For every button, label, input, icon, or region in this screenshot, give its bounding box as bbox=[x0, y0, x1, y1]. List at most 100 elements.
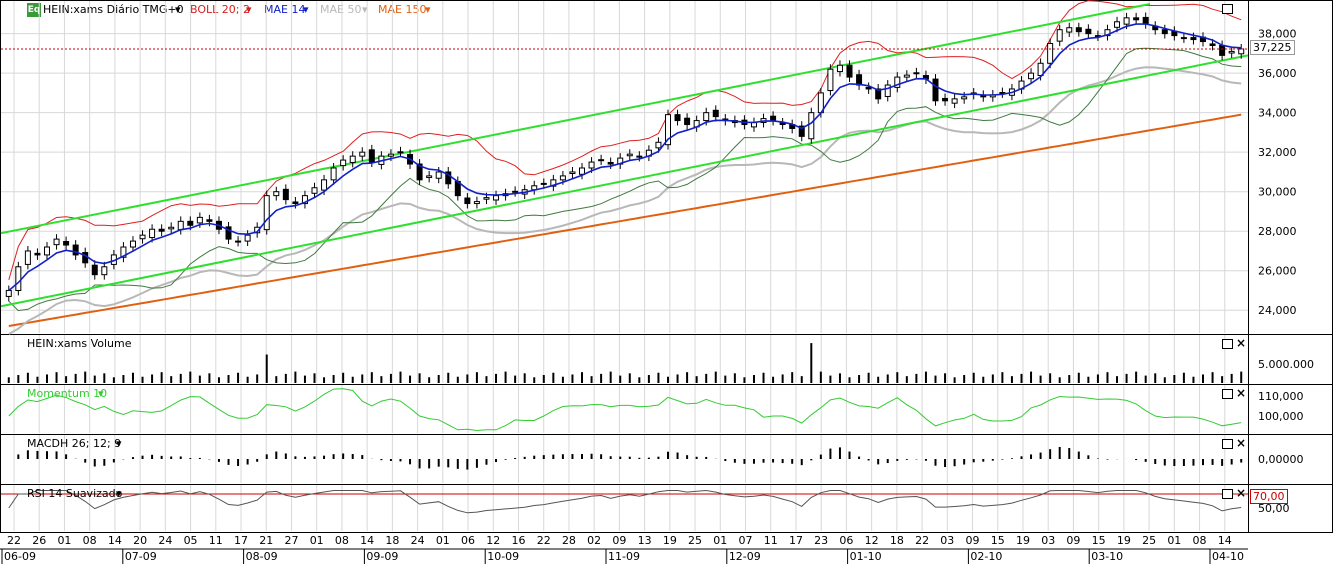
x-tick-day: 27 bbox=[284, 534, 298, 547]
price-restore-icon[interactable] bbox=[1222, 4, 1233, 14]
y-tick-price: 24,000 bbox=[1258, 304, 1297, 317]
momentum-restore-icon[interactable] bbox=[1222, 389, 1233, 399]
x-tick-day: 01 bbox=[1167, 534, 1181, 547]
momentum-dropdown-icon[interactable]: ▾ bbox=[98, 388, 104, 400]
volume-close-icon[interactable]: × bbox=[1236, 337, 1246, 349]
candle-body bbox=[1133, 17, 1140, 21]
x-tick-day: 19 bbox=[1016, 534, 1030, 547]
candle-body bbox=[607, 161, 614, 165]
candle-body bbox=[34, 252, 41, 256]
candle-body bbox=[1209, 43, 1216, 46]
candle-body bbox=[569, 171, 576, 175]
x-tick-day: 01 bbox=[310, 534, 324, 547]
y-tick-price: 28,000 bbox=[1258, 225, 1297, 238]
rsi-restore-icon[interactable] bbox=[1222, 489, 1233, 499]
x-tick-day: 12 bbox=[486, 534, 500, 547]
macd-restore-icon[interactable] bbox=[1222, 439, 1233, 449]
momentum-title[interactable]: Momentum 10 bbox=[27, 388, 107, 400]
candle-body bbox=[865, 86, 872, 90]
candle-body bbox=[540, 182, 547, 185]
x-tick-day: 26 bbox=[32, 534, 46, 547]
x-tick-month: 04-10 bbox=[1212, 550, 1244, 563]
rsi-close-icon[interactable]: × bbox=[1236, 487, 1246, 499]
x-tick-day: 23 bbox=[814, 534, 828, 547]
x-tick-day: 02 bbox=[587, 534, 601, 547]
chart-canvas[interactable]: 22 26 01 08 14 20 24 05 11 17 21 27 01 08 14 18 24 01 06 12… bbox=[0, 0, 1333, 564]
x-tick-day: 11 bbox=[764, 534, 778, 547]
candle-body bbox=[1066, 27, 1073, 33]
candle-body bbox=[101, 266, 108, 276]
x-tick-day: 12 bbox=[865, 534, 879, 547]
x-tick-day: 09 bbox=[1066, 534, 1080, 547]
x-tick-day: 18 bbox=[385, 534, 399, 547]
macd-close-icon[interactable]: × bbox=[1236, 437, 1246, 449]
candle-body bbox=[5, 289, 12, 297]
candle-body bbox=[464, 197, 471, 205]
macd-title[interactable]: MACDH 26; 12; 9 bbox=[27, 438, 121, 450]
x-tick-day: 20 bbox=[133, 534, 147, 547]
candle-body bbox=[579, 167, 586, 175]
candle-body bbox=[158, 228, 165, 232]
candle-body bbox=[206, 219, 213, 222]
x-tick-day: 01 bbox=[57, 534, 71, 547]
candle-body bbox=[932, 78, 939, 102]
x-tick-month: 02-10 bbox=[970, 550, 1002, 563]
candle-body bbox=[846, 64, 853, 78]
candle-body bbox=[53, 238, 60, 246]
candle-body bbox=[1114, 21, 1121, 28]
x-tick-day: 08 bbox=[335, 534, 349, 547]
x-tick-day: 11 bbox=[209, 534, 223, 547]
x-tick-day: 17 bbox=[789, 534, 803, 547]
candle-body bbox=[292, 201, 299, 205]
channel-upper bbox=[0, 3, 1151, 235]
rsi-dropdown-icon[interactable]: ▾ bbox=[116, 488, 122, 500]
x-tick-day: 22 bbox=[7, 534, 21, 547]
candle-body bbox=[942, 97, 949, 102]
candle-body bbox=[512, 190, 519, 193]
candle-body bbox=[559, 175, 566, 181]
candle-body bbox=[1161, 29, 1168, 35]
candle-body bbox=[588, 161, 595, 169]
candle-body bbox=[196, 216, 203, 224]
candle-body bbox=[770, 115, 777, 122]
x-tick-month: 10-09 bbox=[487, 550, 519, 563]
candle-body bbox=[961, 96, 968, 100]
x-tick-day: 01 bbox=[713, 534, 727, 547]
x-tick-day: 24 bbox=[158, 534, 172, 547]
x-tick-day: 25 bbox=[688, 534, 702, 547]
x-tick-day: 14 bbox=[108, 534, 122, 547]
candle-body bbox=[1047, 43, 1054, 64]
volume-title[interactable]: HEIN:xams Volume bbox=[27, 338, 132, 350]
candle-body bbox=[703, 112, 710, 122]
x-tick-day: 21 bbox=[259, 534, 273, 547]
x-tick-day: 08 bbox=[83, 534, 97, 547]
x-tick-day: 18 bbox=[890, 534, 904, 547]
bollinger-upper bbox=[8, 0, 1242, 280]
candle-body bbox=[15, 266, 22, 291]
candle-body bbox=[674, 114, 681, 122]
candle-body bbox=[636, 155, 643, 158]
macd-dropdown-icon[interactable]: ▾ bbox=[116, 438, 122, 450]
y-tick-volume: 5.000.000 bbox=[1258, 358, 1314, 371]
candle-body bbox=[91, 264, 98, 276]
momentum-close-icon[interactable]: × bbox=[1236, 387, 1246, 399]
y-tick-macd: 0,00000 bbox=[1258, 453, 1304, 466]
x-tick-month: 12-09 bbox=[729, 550, 761, 563]
x-tick-day: 19 bbox=[663, 534, 677, 547]
candle-body bbox=[263, 195, 270, 231]
x-tick-day: 09 bbox=[612, 534, 626, 547]
candle-body bbox=[483, 197, 490, 200]
candle-body bbox=[808, 112, 815, 140]
candle-body bbox=[655, 141, 662, 149]
candle-body bbox=[340, 159, 347, 167]
x-tick-day: 06 bbox=[461, 534, 475, 547]
candle-body bbox=[24, 250, 31, 265]
candle-body bbox=[349, 155, 356, 163]
volume-restore-icon[interactable] bbox=[1222, 339, 1233, 349]
candle-body bbox=[397, 151, 404, 154]
candle-body bbox=[1075, 27, 1082, 33]
candle-body bbox=[282, 188, 289, 201]
candle-body bbox=[235, 240, 242, 243]
y-tick-price: 34,000 bbox=[1258, 107, 1297, 120]
rsi-title[interactable]: RSI 14 Suavizado bbox=[27, 488, 122, 500]
